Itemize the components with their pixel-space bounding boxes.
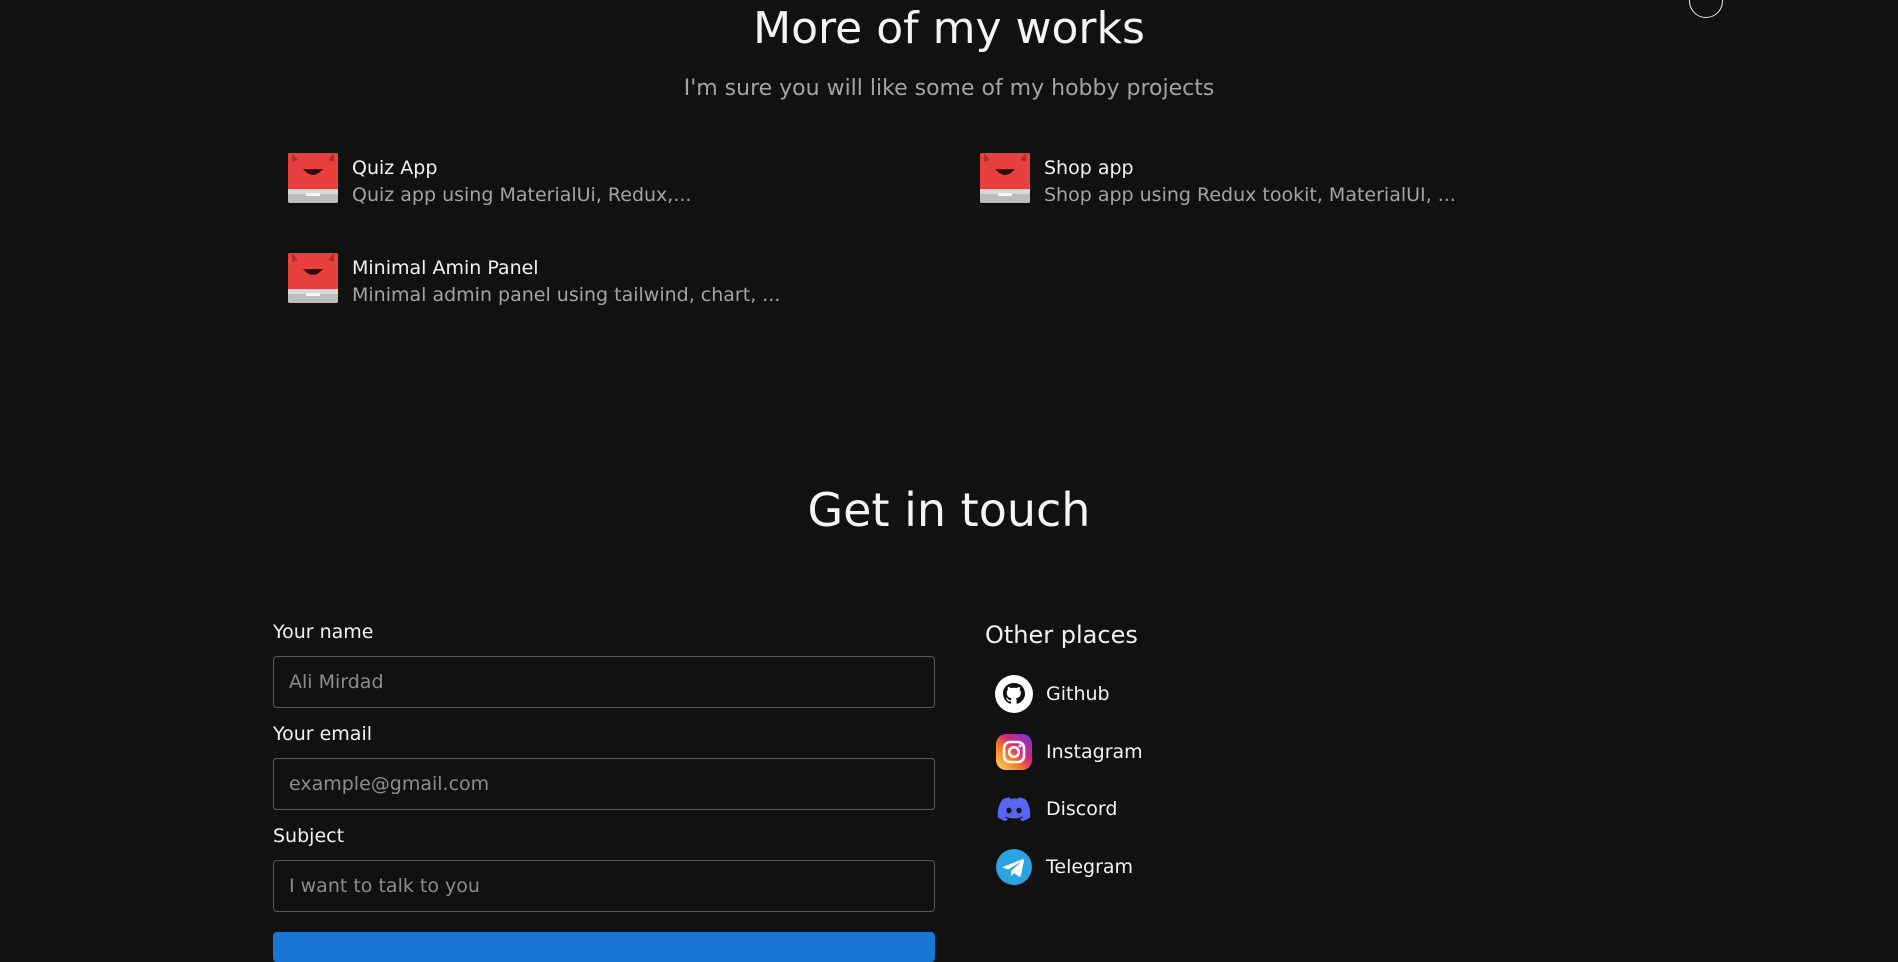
name-field-label: Your name bbox=[273, 621, 374, 643]
social-link-discord[interactable]: Discord bbox=[995, 790, 1117, 828]
project-title: Shop app bbox=[1044, 157, 1134, 179]
works-section-subtitle: I'm sure you will like some of my hobby … bbox=[683, 76, 1215, 101]
project-description: Minimal admin panel using tailwind, char… bbox=[352, 284, 781, 306]
project-item-quiz-app[interactable]: Quiz App Quiz app using MaterialUi, Redu… bbox=[288, 153, 691, 209]
project-description: Shop app using Redux tookit, MaterialUI,… bbox=[1044, 184, 1456, 206]
project-title: Minimal Amin Panel bbox=[352, 257, 539, 279]
project-thumbnail bbox=[288, 153, 338, 203]
works-section-title: More of my works bbox=[753, 3, 1145, 54]
email-field-label: Your email bbox=[273, 723, 372, 745]
discord-icon bbox=[997, 797, 1031, 822]
social-link-label: Github bbox=[1046, 683, 1110, 705]
social-link-label: Discord bbox=[1046, 798, 1118, 820]
submit-button[interactable] bbox=[273, 932, 935, 962]
name-input[interactable] bbox=[273, 656, 935, 708]
project-item-admin-panel[interactable]: Minimal Amin Panel Minimal admin panel u… bbox=[288, 253, 780, 309]
project-title: Quiz App bbox=[352, 157, 438, 179]
subject-input[interactable] bbox=[273, 860, 935, 912]
github-icon bbox=[995, 675, 1033, 713]
social-link-github[interactable]: Github bbox=[995, 675, 1110, 713]
social-link-instagram[interactable]: Instagram bbox=[995, 733, 1143, 771]
subject-field-label: Subject bbox=[273, 825, 345, 847]
other-places-title: Other places bbox=[985, 621, 1138, 649]
instagram-icon bbox=[996, 734, 1032, 770]
telegram-icon bbox=[996, 849, 1032, 885]
social-link-label: Instagram bbox=[1046, 741, 1143, 763]
contact-section-title: Get in touch bbox=[807, 483, 1091, 537]
project-thumbnail bbox=[288, 253, 338, 303]
project-thumbnail bbox=[980, 153, 1030, 203]
social-link-label: Telegram bbox=[1046, 856, 1134, 878]
project-item-shop-app[interactable]: Shop app Shop app using Redux tookit, Ma… bbox=[980, 153, 1456, 209]
project-description: Quiz app using MaterialUi, Redux,... bbox=[352, 184, 692, 206]
social-link-telegram[interactable]: Telegram bbox=[995, 848, 1133, 886]
email-input[interactable] bbox=[273, 758, 935, 810]
